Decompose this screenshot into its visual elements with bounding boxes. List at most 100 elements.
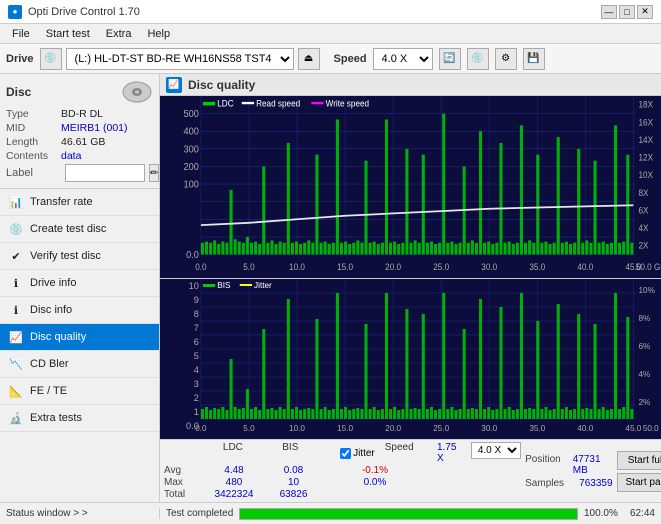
eject-button[interactable]: ⏏ [298, 48, 320, 70]
disc-icon [121, 80, 153, 104]
jitter-checkbox[interactable] [340, 448, 351, 459]
svg-text:2X: 2X [639, 240, 649, 251]
disc-type-value: BD-R DL [61, 108, 103, 120]
svg-text:Jitter: Jitter [254, 281, 272, 290]
nav-create-test-disc-label: Create test disc [30, 223, 106, 235]
titlebar-left: ● Opti Drive Control 1.70 [8, 5, 140, 19]
svg-text:100: 100 [184, 179, 200, 191]
disc-label-row: Label ✏ [6, 164, 153, 182]
nav-verify-test-disc[interactable]: ✔ Verify test disc [0, 243, 159, 270]
fe-te-icon: 📐 [8, 383, 24, 399]
disc-quality-icon: 📈 [8, 329, 24, 345]
start-full-button[interactable]: Start full [617, 451, 661, 470]
status-window-button[interactable]: Status window > > [0, 508, 160, 519]
jitter-header: Jitter [353, 448, 375, 459]
statusbar: Status window > > Test completed 100.0% … [0, 502, 661, 524]
nav-extra-tests[interactable]: 🔬 Extra tests [0, 405, 159, 432]
disc-length-value: 46.61 GB [61, 136, 105, 148]
position-row: Position 47731 MB [525, 454, 612, 476]
nav-fe-te-label: FE / TE [30, 385, 67, 397]
disc-mid-label: MID [6, 122, 61, 134]
close-button[interactable]: ✕ [637, 5, 653, 19]
svg-text:10%: 10% [639, 286, 655, 295]
stats-table: LDC BIS Jitter Speed 1.75 X 4.0 X Avg 4.… [164, 442, 521, 500]
svg-text:200: 200 [184, 161, 200, 173]
svg-text:15.0: 15.0 [337, 261, 353, 272]
samples-value: 763359 [579, 478, 612, 489]
nav-create-test-disc[interactable]: 💿 Create test disc [0, 216, 159, 243]
status-text: Test completed [166, 508, 233, 519]
svg-text:10: 10 [189, 281, 199, 291]
disc-type-row: Type BD-R DL [6, 108, 153, 120]
nav-cd-bler[interactable]: 📉 CD Bler [0, 351, 159, 378]
svg-text:10.0: 10.0 [289, 424, 305, 433]
main-area: Disc Type BD-R DL MID MEIRB1 (001) Lengt… [0, 74, 661, 502]
jitter-check-label: Jitter [340, 442, 375, 464]
disc-mid-row: MID MEIRB1 (001) [6, 122, 153, 134]
right-stats-area: Position 47731 MB Samples 763359 Start f… [525, 442, 661, 500]
svg-text:5.0: 5.0 [243, 424, 255, 433]
svg-text:50.0: 50.0 [643, 424, 659, 433]
nav-drive-info[interactable]: ℹ Drive info [0, 270, 159, 297]
bis-max: 10 [266, 477, 321, 488]
disc-contents-row: Contents data [6, 150, 153, 162]
minimize-button[interactable]: — [601, 5, 617, 19]
bis-total: 63826 [266, 489, 321, 500]
svg-text:8: 8 [194, 309, 199, 319]
menubar: File Start test Extra Help [0, 24, 661, 44]
bottom-chart-svg: 10 9 8 7 6 5 4 3 2 1 0.0 [160, 279, 661, 439]
position-samples: Position 47731 MB Samples 763359 [525, 454, 612, 489]
nav-transfer-rate[interactable]: 📊 Transfer rate [0, 189, 159, 216]
bottom-chart: 10 9 8 7 6 5 4 3 2 1 0.0 [160, 279, 661, 439]
speed-dropdown[interactable]: 4.0 X [373, 48, 433, 70]
maximize-button[interactable]: □ [619, 5, 635, 19]
svg-text:7: 7 [194, 323, 199, 333]
svg-text:6X: 6X [639, 205, 649, 216]
avg-label: Avg [164, 465, 202, 476]
speed-stat-dropdown[interactable]: 4.0 X [471, 442, 521, 459]
drive-dropdown[interactable]: (L:) HL-DT-ST BD-RE WH16NS58 TST4 [66, 48, 294, 70]
start-part-button[interactable]: Start part [617, 473, 661, 492]
nav-disc-quality[interactable]: 📈 Disc quality [0, 324, 159, 351]
refresh-button[interactable]: 🔄 [439, 48, 461, 70]
svg-text:4: 4 [194, 365, 199, 375]
svg-text:30.0: 30.0 [481, 261, 497, 272]
menu-start-test[interactable]: Start test [38, 27, 98, 41]
svg-text:25.0: 25.0 [433, 261, 449, 272]
menu-help[interactable]: Help [139, 27, 178, 41]
disc-mid-value: MEIRB1 (001) [61, 122, 128, 134]
svg-text:35.0: 35.0 [529, 424, 545, 433]
speed-stat-value: 1.75 X [437, 442, 465, 464]
sidebar: Disc Type BD-R DL MID MEIRB1 (001) Lengt… [0, 74, 160, 502]
speed-stat-label: Speed [385, 442, 433, 464]
drive-label: Drive [6, 53, 34, 65]
nav-transfer-rate-label: Transfer rate [30, 196, 93, 208]
menu-extra[interactable]: Extra [98, 27, 140, 41]
disc-button[interactable]: 💿 [467, 48, 489, 70]
stats-headers: LDC BIS Jitter Speed 1.75 X 4.0 X [164, 442, 521, 464]
settings-button[interactable]: ⚙ [495, 48, 517, 70]
disc-quality-header: 📈 Disc quality [160, 74, 661, 96]
save-button[interactable]: 💾 [523, 48, 545, 70]
svg-text:4%: 4% [639, 370, 651, 379]
drive-icon-button[interactable]: 💿 [40, 48, 62, 70]
cd-bler-icon: 📉 [8, 356, 24, 372]
svg-text:10X: 10X [639, 170, 654, 181]
svg-text:14X: 14X [639, 134, 654, 145]
svg-text:0.0: 0.0 [186, 250, 199, 262]
verify-disc-icon: ✔ [8, 248, 24, 264]
menu-file[interactable]: File [4, 27, 38, 41]
svg-text:6: 6 [194, 337, 199, 347]
svg-text:400: 400 [184, 126, 200, 138]
progress-bar [239, 508, 578, 520]
disc-section-title: Disc [6, 85, 31, 99]
jitter-max: 0.0% [345, 477, 405, 488]
svg-text:2: 2 [194, 393, 199, 403]
nav-fe-te[interactable]: 📐 FE / TE [0, 378, 159, 405]
nav-disc-info[interactable]: ℹ Disc info [0, 297, 159, 324]
disc-label-input[interactable] [65, 164, 145, 182]
position-value: 47731 MB [573, 454, 613, 476]
label-edit-button[interactable]: ✏ [149, 164, 159, 182]
avg-row: Avg 4.48 0.08 -0.1% [164, 465, 521, 476]
titlebar-controls[interactable]: — □ ✕ [601, 5, 653, 19]
